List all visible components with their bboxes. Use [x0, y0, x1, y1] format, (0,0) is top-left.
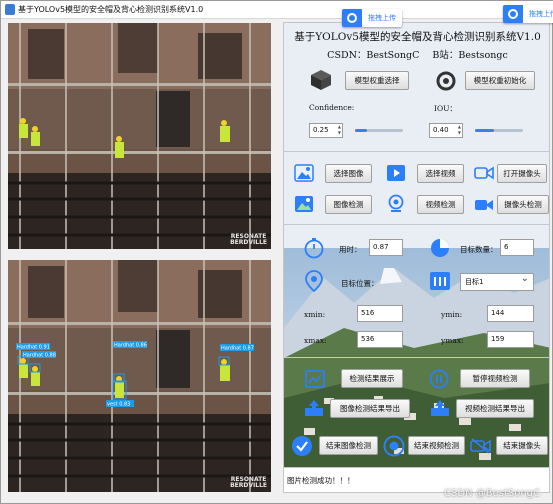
end-image-detect-button[interactable]: 结束图像检测	[319, 436, 378, 455]
upload-icon	[342, 9, 362, 27]
target-count-field: 6	[500, 239, 534, 256]
image-detect-button[interactable]: 图像检测	[325, 195, 372, 214]
xmax-field: 536	[357, 331, 403, 348]
video-file-icon	[387, 165, 405, 181]
iou-spinbox[interactable]: 0.40	[429, 123, 463, 138]
original-video-view: RESONATE BERDVILLE	[8, 23, 271, 249]
ymax-field: 159	[487, 331, 534, 348]
window-title: 基于YOLOv5模型的安全帽及背心检测识别系统V1.0	[18, 5, 204, 14]
webcam-icon	[388, 194, 404, 212]
detection-result-view: Hardhat 0.91 Hardhat 0.88 Hardhat 0.86 H…	[8, 260, 271, 492]
ymax-label: ymax:	[441, 336, 464, 345]
ymin-field: 144	[487, 305, 534, 322]
camera-detect-icon	[475, 200, 493, 210]
export-image-results-button[interactable]: 图像检测结果导出	[330, 399, 410, 418]
location-icon	[305, 270, 323, 292]
camera-detect-button[interactable]: 摄像头检测	[497, 195, 549, 214]
pie-chart-icon	[431, 239, 449, 257]
time-label: 用时：	[339, 245, 362, 254]
csdn-label: CSDN：BestSongC	[327, 50, 420, 61]
target-position-label: 目标位置：	[341, 279, 379, 288]
check-circle-icon	[292, 436, 312, 456]
image-icon	[294, 164, 314, 182]
confidence-slider[interactable]	[355, 129, 403, 132]
camera-off-icon	[470, 438, 491, 454]
title-bar: 基于YOLOv5模型的安全帽及背心检测识别系统V1.0	[1, 1, 553, 19]
xmin-field: 516	[357, 305, 403, 322]
stopwatch-icon	[304, 238, 324, 259]
target-select-dropdown[interactable]: 目标1	[460, 271, 534, 291]
pause-icon	[429, 369, 449, 389]
app-window: 基于YOLOv5模型的安全帽及背心检测识别系统V1.0 RESONATE BER…	[0, 0, 553, 504]
csdn-watermark: CSDN @BestSongC	[444, 488, 540, 499]
init-model-weights-button[interactable]: 模型权重初始化	[465, 71, 535, 90]
upload-badge-left[interactable]: 拖拽上传	[342, 9, 402, 27]
panel-title: 基于YOLOv5模型的安全帽及背心检测识别系统V1.0	[294, 31, 541, 43]
cube-icon	[311, 70, 331, 90]
export-icon	[305, 400, 323, 416]
xmin-label: xmin:	[304, 310, 326, 319]
confidence-spinbox[interactable]: 0.25	[309, 123, 343, 138]
image-detect-icon	[295, 196, 313, 212]
stop-circle-icon	[383, 435, 405, 457]
upload-badge-right[interactable]: 拖拽上传	[503, 5, 553, 23]
detection-label: Hardhat 0.87	[221, 346, 254, 352]
construction-scene-detected: Hardhat 0.91 Hardhat 0.88 Hardhat 0.86 H…	[8, 260, 271, 492]
upload-badge-label: 拖拽上传	[368, 14, 396, 22]
export-video-icon	[431, 400, 449, 416]
confidence-slider-fill	[355, 129, 367, 132]
video-watermark-lower: RESONATE BERDVILLE	[230, 476, 267, 489]
iou-slider-fill	[475, 129, 495, 132]
export-video-results-button[interactable]: 视频检测结果导出	[456, 399, 534, 418]
upload-icon	[503, 5, 523, 23]
author-line: CSDN：BestSongC B站：Bestsongc	[284, 47, 549, 61]
end-camera-button[interactable]: 结束摄像头	[496, 436, 548, 455]
settings-icon	[436, 71, 456, 91]
select-image-button[interactable]: 选择图像	[325, 164, 372, 183]
pause-video-detect-button[interactable]: 暂停视频检测	[460, 369, 530, 388]
app-icon	[5, 4, 15, 15]
select-video-button[interactable]: 选择视频	[417, 164, 464, 183]
show-results-button[interactable]: 检测结果展示	[341, 369, 403, 388]
list-icon	[430, 272, 450, 290]
divider	[284, 151, 549, 152]
control-panel: 基于YOLOv5模型的安全帽及背心检测识别系统V1.0 CSDN：BestSon…	[283, 22, 550, 493]
detection-label: Hardhat 0.91	[17, 345, 50, 351]
time-field: 0.87	[369, 239, 403, 256]
iou-label: IOU：	[434, 104, 457, 113]
camera-icon	[474, 166, 494, 180]
upload-badge-label: 拖拽上传	[529, 10, 553, 18]
xmax-label: xmax:	[304, 336, 327, 345]
detection-label: Hardhat 0.88	[23, 353, 56, 359]
select-model-weights-button[interactable]: 模型权重选择	[345, 71, 409, 90]
results-display-icon	[305, 370, 325, 388]
iou-slider[interactable]	[475, 129, 523, 132]
divider	[284, 357, 549, 358]
bilibili-label: B站：Bestsongc	[432, 50, 508, 61]
end-video-detect-button[interactable]: 结束视频检测	[408, 436, 465, 455]
open-camera-button[interactable]: 打开摄像头	[497, 164, 547, 183]
divider	[284, 224, 549, 225]
confidence-label: Confidence:	[309, 103, 355, 112]
detection-label: vest 0.83	[107, 402, 130, 408]
status-message: 图片检测成功！！！	[287, 476, 355, 485]
video-detect-button[interactable]: 视频检测	[417, 195, 464, 214]
construction-scene-original	[8, 23, 271, 249]
ymin-label: ymin:	[441, 310, 463, 319]
detection-label: Hardhat 0.86	[114, 343, 147, 349]
target-count-label: 目标数量：	[460, 245, 498, 254]
video-watermark-upper: RESONATE BERDVILLE	[230, 233, 267, 246]
